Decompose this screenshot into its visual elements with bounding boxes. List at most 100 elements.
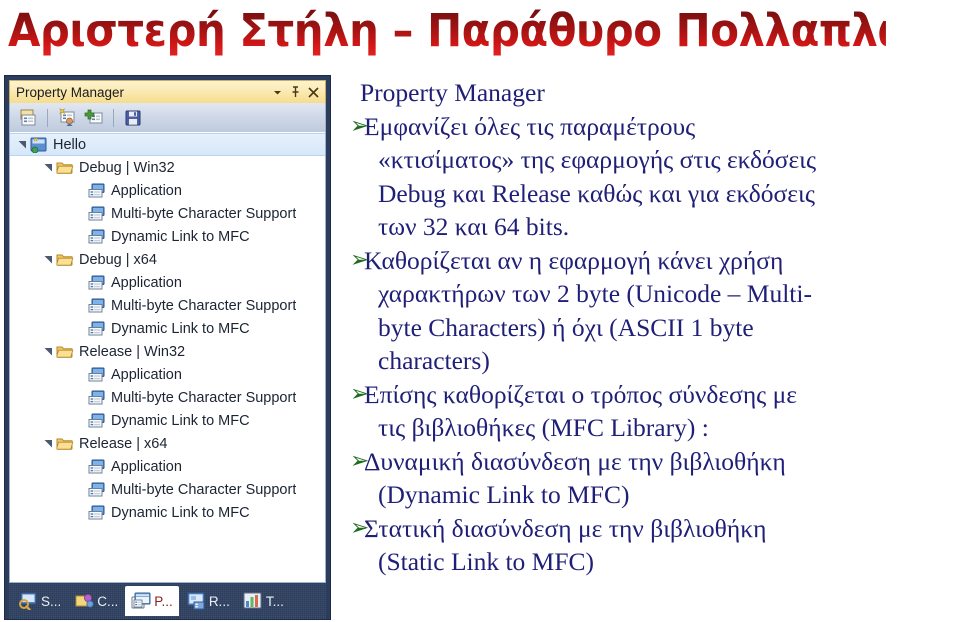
line-text: characters) bbox=[378, 346, 490, 375]
arrow-bullet-icon: ➢ bbox=[350, 246, 370, 273]
property-manager-panel: Property Manager Hello Debug | Win32 App… bbox=[4, 75, 331, 620]
tree-row[interactable]: Multi-byte Character Support bbox=[10, 202, 325, 225]
panel-tab-p[interactable]: P... bbox=[125, 586, 179, 616]
panel-tab-label: S... bbox=[41, 593, 62, 609]
save-icon[interactable] bbox=[122, 107, 144, 129]
tree-row-label: Multi-byte Character Support bbox=[111, 205, 297, 222]
property-sheet-icon bbox=[88, 459, 106, 475]
toolbar-separator bbox=[47, 108, 48, 127]
line-text: Καθορίζεται αν η εφαρμογή κάνει χρήση bbox=[364, 245, 784, 275]
line-text: Property Manager bbox=[360, 78, 545, 107]
property-sheet-icon bbox=[88, 321, 106, 337]
add-new-project-property-sheet-icon[interactable] bbox=[56, 107, 78, 129]
tree-row[interactable]: Debug | Win32 bbox=[10, 156, 325, 179]
tree-row-label: Multi-byte Character Support bbox=[111, 389, 297, 406]
line-text: «κτισίματος» της εφαρμογής στις εκδόσεις bbox=[378, 145, 817, 174]
line-text: (Dynamic Link to MFC) bbox=[378, 480, 630, 509]
tree-row[interactable]: Dynamic Link to MFC bbox=[10, 225, 325, 248]
panel-tab-t[interactable]: T... bbox=[237, 586, 290, 616]
line-text: (Static Link to MFC) bbox=[378, 547, 595, 576]
chevron-down-icon[interactable] bbox=[269, 84, 285, 100]
tree-row[interactable]: Debug | x64 bbox=[10, 248, 325, 271]
expander-collapse-icon[interactable] bbox=[14, 140, 30, 149]
class-view-icon bbox=[74, 592, 94, 610]
pin-icon[interactable] bbox=[287, 84, 303, 100]
slide-content: Property Manager ➢ Εμφανίζει όλες τις παρα… bbox=[338, 76, 956, 620]
panel-tab-label: T... bbox=[265, 593, 284, 609]
line-text: τις βιβλιοθήκες (MFC Library) : bbox=[378, 413, 709, 442]
tree-row[interactable]: Dynamic Link to MFC bbox=[10, 317, 325, 340]
tree-row[interactable]: Application bbox=[10, 455, 325, 478]
text-line: Debug και Release καθώς και για εκδόσεις bbox=[338, 177, 956, 211]
text-line: (Static Link to MFC) bbox=[338, 545, 956, 579]
text-line: characters) bbox=[338, 344, 956, 378]
page-title: Αριστερή Στήλη – Παράθυρο Πολλαπλών Σελί… bbox=[8, 2, 960, 64]
bullet-line: ➢ Εμφανίζει όλες τις παραμέτρους bbox=[338, 110, 956, 144]
tree-row-label: Application bbox=[111, 182, 182, 199]
tree-row-label: Dynamic Link to MFC bbox=[111, 320, 250, 337]
property-sheet-icon bbox=[88, 367, 106, 383]
property-sheet-icon bbox=[88, 390, 106, 406]
text-line: τις βιβλιοθήκες (MFC Library) : bbox=[338, 411, 956, 445]
expander-collapse-icon[interactable] bbox=[40, 255, 56, 264]
arrow-bullet-icon: ➢ bbox=[350, 514, 370, 541]
folder-icon bbox=[56, 436, 74, 452]
text-line: byte Characters) ή όχι (ASCII 1 byte bbox=[338, 311, 956, 345]
panel-tabstrip: S... C... P... R... T... bbox=[9, 583, 326, 619]
team-explorer-icon bbox=[243, 592, 263, 610]
tree-row[interactable]: Multi-byte Character Support bbox=[10, 294, 325, 317]
panel-tab-label: P... bbox=[154, 593, 173, 609]
tree-row-label: Debug | x64 bbox=[79, 251, 157, 268]
line-text: Debug και Release καθώς και για εκδόσεις bbox=[378, 178, 815, 208]
tree-row-label: Debug | Win32 bbox=[79, 159, 175, 176]
bullet-line: ➢ Στατική διασύνδεση με την βιβλιοθήκη bbox=[338, 512, 956, 546]
text-line: (Dynamic Link to MFC) bbox=[338, 478, 956, 512]
line-text: Στατική διασύνδεση με την βιβλιοθήκη bbox=[364, 513, 767, 543]
toolbar-separator bbox=[113, 108, 114, 127]
property-sheet-icon bbox=[88, 206, 106, 222]
tree-row[interactable]: Dynamic Link to MFC bbox=[10, 409, 325, 432]
panel-tab-label: R... bbox=[208, 593, 230, 609]
folder-icon bbox=[56, 344, 74, 360]
close-icon[interactable] bbox=[305, 84, 321, 100]
text-line: «κτισίματος» της εφαρμογής στις εκδόσεις bbox=[338, 143, 956, 177]
line-text: των 32 και 64 bits. bbox=[378, 212, 570, 241]
tree-row[interactable]: Application bbox=[10, 363, 325, 386]
expander-collapse-icon[interactable] bbox=[40, 439, 56, 448]
panel-title: Property Manager bbox=[16, 84, 125, 100]
tree-row-label: Dynamic Link to MFC bbox=[111, 504, 250, 521]
property-sheet-icon bbox=[88, 183, 106, 199]
expander-collapse-icon[interactable] bbox=[40, 163, 56, 172]
panel-tab-c[interactable]: C... bbox=[68, 586, 124, 616]
resource-view-icon bbox=[186, 592, 206, 610]
tree-row-label: Release | x64 bbox=[79, 435, 168, 452]
solution-icon bbox=[30, 136, 48, 153]
text-line: των 32 και 64 bits. bbox=[338, 210, 956, 244]
tree-row-label: Release | Win32 bbox=[79, 343, 186, 360]
view-property-pages-icon[interactable] bbox=[17, 107, 39, 129]
tree-row[interactable]: Release | Win32 bbox=[10, 340, 325, 363]
solution-explorer-icon bbox=[18, 592, 38, 611]
tree-row[interactable]: Multi-byte Character Support bbox=[10, 478, 325, 501]
tree-row[interactable]: Application bbox=[10, 271, 325, 294]
tree-row-label: Hello bbox=[53, 136, 87, 153]
property-tree[interactable]: Hello Debug | Win32 Application Multi-byte … bbox=[9, 132, 326, 583]
expander-collapse-icon[interactable] bbox=[40, 347, 56, 356]
panel-tab-s[interactable]: S... bbox=[12, 586, 67, 616]
line-text: χαρακτήρων των 2 byte (Unicode – Multi- bbox=[378, 279, 812, 308]
tree-row[interactable]: Release | x64 bbox=[10, 432, 325, 455]
tree-row[interactable]: Application bbox=[10, 179, 325, 202]
tree-row-label: Multi-byte Character Support bbox=[111, 297, 297, 314]
property-sheet-icon bbox=[88, 229, 106, 245]
panel-toolbar bbox=[9, 103, 326, 132]
tree-row[interactable]: Hello bbox=[10, 133, 325, 156]
tree-row[interactable]: Dynamic Link to MFC bbox=[10, 501, 325, 524]
panel-tab-label: C... bbox=[97, 593, 119, 609]
panel-titlebar: Property Manager bbox=[9, 80, 326, 103]
add-existing-property-sheet-icon[interactable] bbox=[83, 107, 105, 129]
tree-row[interactable]: Multi-byte Character Support bbox=[10, 386, 325, 409]
panel-tab-r[interactable]: R... bbox=[180, 586, 236, 616]
bullet-line: ➢ Επίσης καθορίζεται ο τρόπος σύνδεσης με bbox=[338, 378, 956, 412]
property-sheet-icon bbox=[88, 505, 106, 521]
property-sheet-icon bbox=[88, 298, 106, 314]
